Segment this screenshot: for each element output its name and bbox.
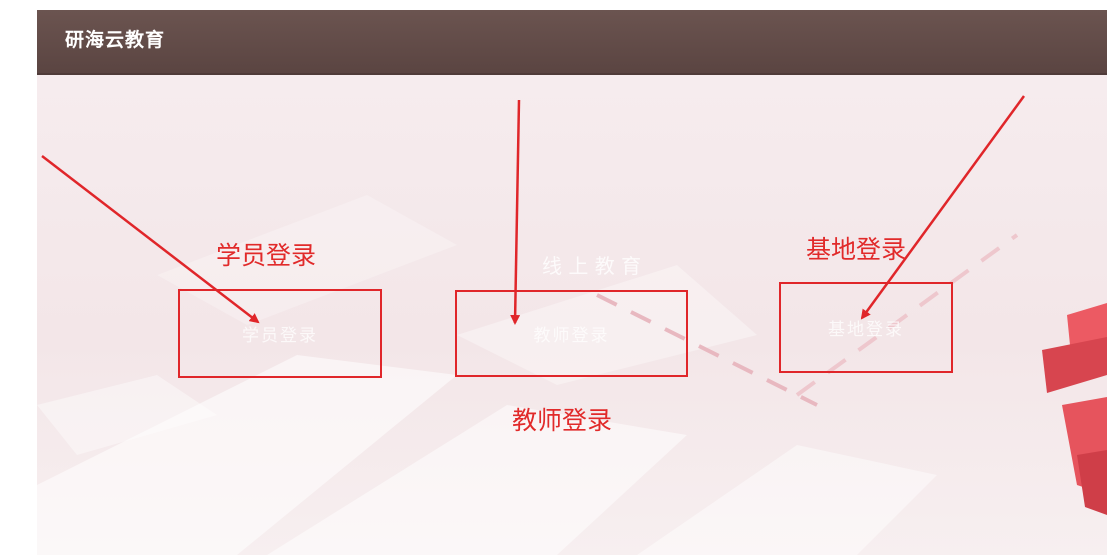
ghost-heading-text: 线 上 教 育 [542, 254, 642, 278]
top-header-bar: 研海云教育 [37, 10, 1107, 75]
base-login-annotation: 基地登录 [806, 235, 907, 264]
student-login-annotation: 学员登录 [216, 241, 317, 270]
teacher-login-highlight-box [455, 290, 688, 377]
teacher-login-annotation: 教师登录 [512, 406, 613, 435]
brand-logo-text: 研海云教育 [65, 29, 166, 51]
base-login-highlight-box [779, 282, 953, 373]
student-login-highlight-box [178, 289, 382, 378]
